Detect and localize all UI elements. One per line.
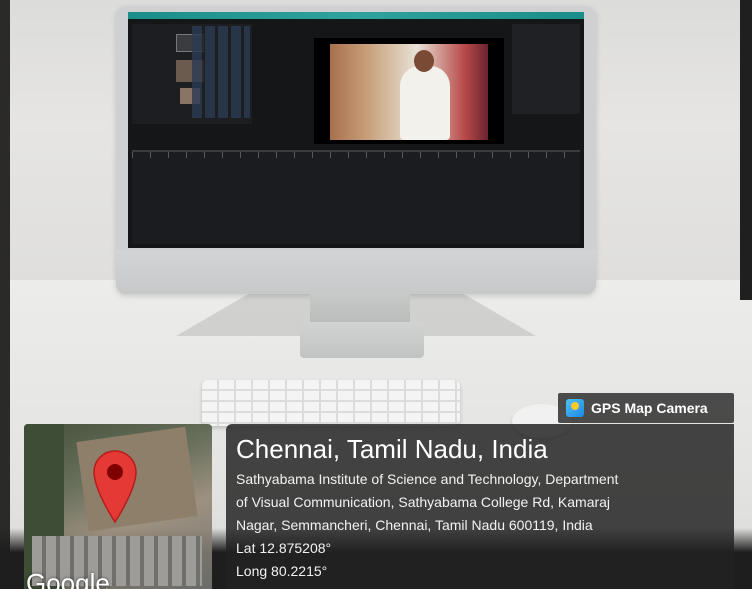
monitor-screen (128, 12, 584, 248)
address-line: Nagar, Semmancheri, Chennai, Tamil Nadu … (236, 517, 593, 533)
latitude-text: Lat 12.875208° (236, 540, 332, 556)
speaker-head (414, 50, 434, 72)
gps-badge-label: GPS Map Camera (591, 400, 708, 416)
imac-monitor (116, 6, 596, 294)
address-line: Sathyabama Institute of Science and Tech… (236, 471, 619, 487)
right-edge-shadow (740, 0, 752, 300)
video-frame (330, 44, 488, 140)
screen-menubar (128, 12, 584, 19)
video-viewer (314, 38, 504, 144)
map-pin-icon (93, 450, 137, 524)
timeline-ruler (132, 152, 580, 158)
keyboard (202, 380, 460, 426)
inspector-pane (512, 24, 580, 114)
monitor-stand-neck (310, 292, 410, 326)
monitor-chin (116, 250, 596, 294)
editing-timeline (132, 150, 580, 244)
gps-map-camera-icon (566, 399, 584, 417)
gps-map-camera-badge: GPS Map Camera (558, 393, 734, 423)
window-reflection (192, 26, 250, 118)
location-info-panel: Chennai, Tamil Nadu, India Sathyabama In… (226, 424, 734, 589)
left-edge-shadow (0, 0, 10, 589)
address-line: of Visual Communication, Sathyabama Coll… (236, 494, 611, 510)
location-title: Chennai, Tamil Nadu, India (236, 434, 548, 464)
longitude-text: Long 80.2215° (236, 563, 328, 579)
speaker-figure (400, 66, 450, 140)
google-watermark: Google (26, 568, 110, 589)
map-thumbnail: Google (24, 424, 212, 589)
monitor-stand-base (300, 322, 424, 358)
